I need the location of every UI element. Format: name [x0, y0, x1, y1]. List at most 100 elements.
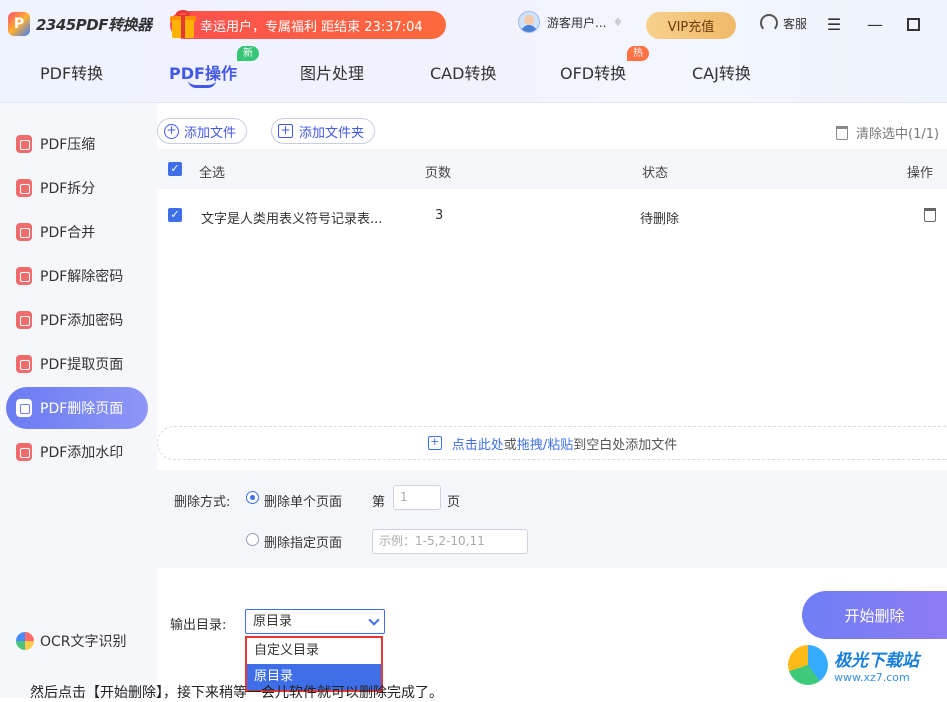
trash-icon [836, 125, 848, 140]
sidebar-item-ocr[interactable]: OCR文字识别 [6, 620, 148, 662]
sidebar-item-delete-pages[interactable]: PDF删除页面 [6, 387, 148, 429]
main-tabs: PDF转换 PDF操作 图片处理 CAD转换 OFD转换 CAJ转换 [0, 50, 947, 100]
file-name: 文字是人类用表义符号记录表... [201, 212, 383, 227]
single-page-radio[interactable] [246, 491, 259, 504]
file-status: 待删除 [640, 212, 680, 227]
header-pages: 页数 [425, 166, 452, 181]
sidebar-item-add-password[interactable]: PDF添加密码 [6, 299, 148, 341]
delete-page-icon [16, 399, 32, 417]
plus-circle-icon: + [164, 123, 179, 139]
logo-text: 2345PDF转换器 [36, 15, 152, 34]
page-prefix: 第 [372, 495, 386, 510]
folder-plus-icon: + [278, 124, 293, 138]
watermark-logo-icon [788, 645, 828, 685]
header-select-all[interactable]: 全选 [199, 162, 225, 181]
select-all-checkbox[interactable]: ✓ [168, 162, 182, 176]
sidebar-item-label: OCR文字识别 [40, 634, 127, 650]
split-icon [16, 179, 32, 197]
page-suffix: 页 [447, 495, 461, 510]
output-dir-select[interactable]: 原目录 [245, 609, 385, 634]
dropzone-suffix: 到空白处添加文件 [573, 437, 678, 453]
minimize-icon[interactable]: — [863, 12, 887, 36]
app-header: P 2345PDF转换器 幸运用户，专属福利 距结束 23:37:04 游客用户… [0, 0, 947, 103]
tab-caj-convert[interactable]: CAJ转换 [692, 60, 751, 84]
watermark-icon [16, 443, 32, 461]
sidebar-item-label: PDF解除密码 [40, 269, 124, 285]
sidebar-item-label: PDF添加密码 [40, 313, 124, 329]
single-page-label[interactable]: 删除单个页面 [264, 491, 342, 510]
file-pages: 3 [435, 208, 444, 223]
add-folder-label: 添加文件夹 [299, 125, 365, 141]
add-file-dropzone[interactable]: + 点击此处 或 拖拽/粘贴 到空白处添加文件 [157, 426, 947, 460]
table-header: ✓ 全选 页数 状态 操作 [157, 149, 947, 189]
output-dir-label: 输出目录: [170, 618, 227, 633]
tab-ofd-convert[interactable]: OFD转换 [560, 60, 626, 84]
sidebar-item-label: PDF删除页面 [40, 401, 124, 417]
clear-selected-label: 清除选中(1/1) [856, 127, 940, 142]
plus-square-icon: + [427, 436, 442, 450]
output-dir-value: 原目录 [253, 614, 293, 629]
sidebar-item-remove-password[interactable]: PDF解除密码 [6, 255, 148, 297]
article-caption: 然后点击【开始删除】，接下来稍等一会儿软件就可以删除完成了。 [30, 685, 443, 701]
tab-image-processing[interactable]: 图片处理 [300, 60, 364, 84]
ocr-icon [16, 632, 34, 650]
hot-badge: 热 [627, 46, 649, 61]
sidebar-item-compress[interactable]: PDF压缩 [6, 123, 148, 165]
service-label: 客服 [783, 16, 808, 31]
row-checkbox[interactable]: ✓ [168, 208, 182, 222]
headset-icon [760, 14, 778, 32]
vip-recharge-button[interactable]: VIP充值 [646, 12, 736, 39]
header-status: 状态 [642, 166, 669, 181]
clear-selected-button[interactable]: 清除选中(1/1) [836, 123, 939, 142]
maximize-icon[interactable] [901, 12, 925, 36]
delete-options-panel: 删除方式: 删除单个页面 第 1 页 删除指定页面 示例：1-5,2-10,11 [157, 470, 947, 568]
sidebar-item-label: PDF压缩 [40, 137, 96, 153]
tab-cad-convert[interactable]: CAD转换 [430, 60, 496, 84]
user-account[interactable]: 游客用户... ♦ [518, 11, 623, 33]
page-number-input[interactable]: 1 [393, 485, 441, 510]
file-table: ✓ 全选 页数 状态 操作 ✓ 文字是人类用表义符号记录表... 3 待删除 [157, 149, 947, 421]
header-action: 操作 [907, 166, 934, 181]
sidebar-item-extract-pages[interactable]: PDF提取页面 [6, 343, 148, 385]
diamond-icon: ♦ [612, 15, 624, 29]
range-radio[interactable] [246, 533, 259, 546]
menu-icon[interactable]: ☰ [822, 12, 846, 36]
avatar [518, 11, 540, 33]
active-tab-indicator [188, 80, 216, 88]
sidebar: PDF压缩 PDF拆分 PDF合并 PDF解除密码 PDF添加密码 PDF提取页… [0, 103, 157, 698]
option-custom-dir[interactable]: 自定义目录 [247, 638, 381, 664]
delete-row-icon[interactable] [924, 208, 936, 222]
sidebar-item-merge[interactable]: PDF合并 [6, 211, 148, 253]
app-logo: P 2345PDF转换器 [8, 12, 152, 36]
watermark-title: 极光下载站 [834, 651, 919, 671]
start-delete-button[interactable]: 开始删除 [802, 591, 947, 639]
promo-text: 幸运用户，专属福利 距结束 23:37:04 [200, 19, 423, 35]
delete-mode-label: 删除方式: [174, 495, 231, 510]
new-badge: 新 [237, 46, 259, 61]
sidebar-item-label: PDF拆分 [40, 181, 96, 197]
dropzone-or: 或 [503, 437, 517, 453]
merge-icon [16, 223, 32, 241]
add-file-button[interactable]: + 添加文件 [157, 118, 248, 144]
compress-icon [16, 135, 32, 153]
customer-service-button[interactable]: 客服 [760, 14, 807, 32]
table-row[interactable]: ✓ 文字是人类用表义符号记录表... 3 待删除 [157, 195, 947, 235]
tab-pdf-convert[interactable]: PDF转换 [40, 60, 103, 84]
click-here-link[interactable]: 点击此处 [452, 434, 504, 453]
sidebar-item-add-watermark[interactable]: PDF添加水印 [6, 431, 148, 473]
extract-icon [16, 355, 32, 373]
gift-icon [168, 8, 198, 40]
sidebar-item-label: PDF合并 [40, 225, 96, 241]
page-range-input[interactable]: 示例：1-5,2-10,11 [372, 529, 528, 554]
watermark-url: www.xz7.com [834, 671, 910, 684]
promo-banner[interactable]: 幸运用户，专属福利 距结束 23:37:04 [168, 8, 446, 40]
chevron-down-icon [368, 614, 380, 626]
range-label[interactable]: 删除指定页面 [264, 532, 342, 551]
drag-paste-link: 拖拽/粘贴 [516, 437, 574, 453]
site-watermark: 极光下载站 www.xz7.com [788, 645, 919, 685]
sidebar-item-split[interactable]: PDF拆分 [6, 167, 148, 209]
logo-icon: P [8, 12, 30, 36]
add-folder-button[interactable]: + 添加文件夹 [271, 118, 376, 144]
sidebar-item-label: PDF提取页面 [40, 357, 124, 373]
sidebar-item-label: PDF添加水印 [40, 445, 124, 461]
